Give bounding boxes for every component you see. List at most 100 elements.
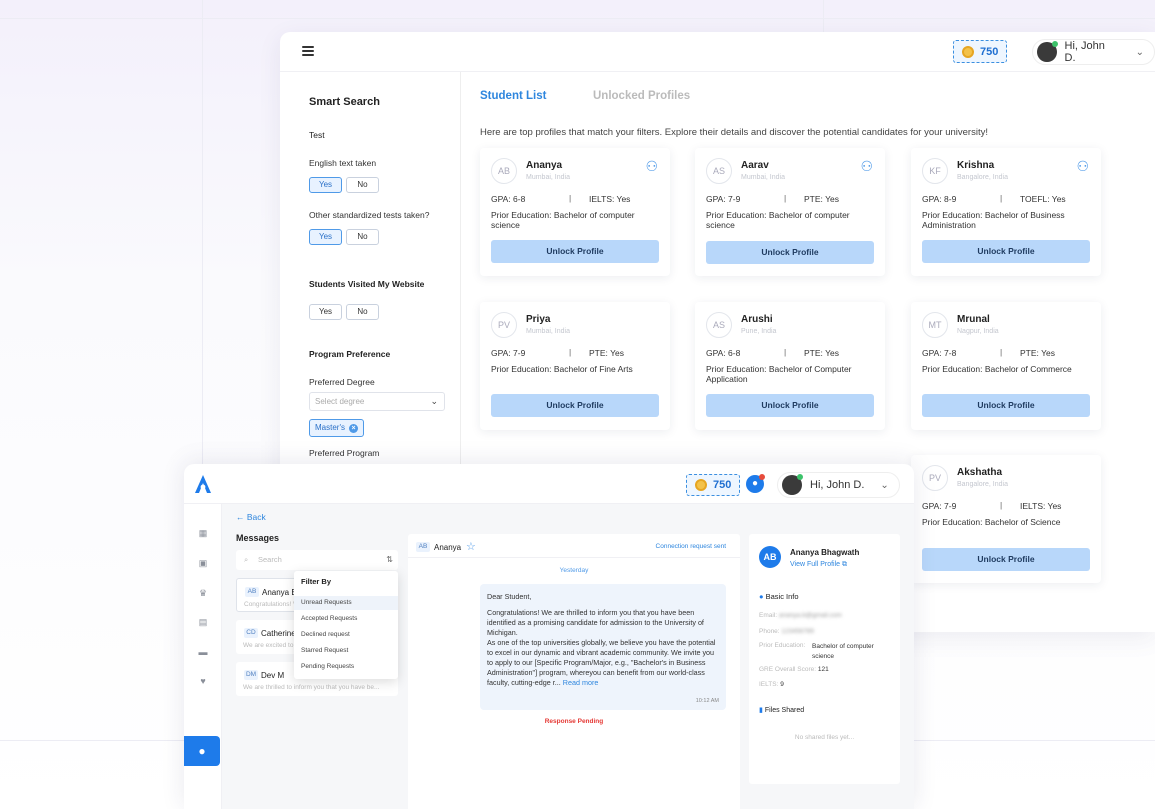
connect-icon[interactable]: ⚇: [645, 158, 658, 175]
back-link[interactable]: ← Back: [236, 512, 266, 522]
read-more-link[interactable]: Read more: [563, 678, 599, 687]
connect-icon[interactable]: ⚇: [860, 158, 873, 175]
video-icon[interactable]: ▬: [198, 647, 208, 657]
student-location: Nagpur, India: [957, 328, 999, 335]
coin-balance[interactable]: 750: [686, 474, 741, 496]
student-card: AB Ananya Mumbai, India ⚇ GPA: 6-8 | IELTS…: [480, 148, 670, 276]
degree-chip[interactable]: Master's ×: [309, 419, 364, 437]
profile-panel: AB Ananya Bhagwath View Full Profile ⧉ ●…: [749, 534, 900, 784]
visited-no-button[interactable]: No: [346, 304, 379, 320]
student-card: AS Aarav Mumbai, India ⚇ GPA: 7-9 | PTE: Y…: [695, 148, 885, 276]
english-yes-button[interactable]: Yes: [309, 177, 342, 193]
message-paragraph: As one of the top universities globally,…: [487, 638, 716, 687]
student-name: Mrunal: [957, 314, 990, 325]
dashboard-icon[interactable]: ▦: [198, 528, 208, 538]
conversation-name: Dev M: [261, 671, 285, 680]
gpa: GPA: 7-8: [922, 348, 957, 358]
intro-text: Here are top profiles that match your fi…: [480, 127, 988, 138]
star-icon[interactable]: ☆: [466, 540, 476, 553]
divider: |: [784, 347, 787, 357]
search-input[interactable]: ⌕ Search ⇅: [236, 550, 398, 570]
student-location: Bangalore, India: [957, 174, 1008, 181]
coin-balance[interactable]: 750: [953, 40, 1008, 63]
visited-yes-button[interactable]: Yes: [309, 304, 342, 320]
student-location: Mumbai, India: [741, 174, 785, 181]
education: Prior Education: Bachelor of Business Ad…: [922, 210, 1065, 230]
student-location: Mumbai, India: [526, 328, 570, 335]
tab-unlocked-profiles[interactable]: Unlocked Profiles: [593, 90, 690, 102]
program-preference-title: Program Preference: [309, 349, 391, 359]
basic-info-title: ● Basic Info: [759, 592, 799, 601]
presentation-icon[interactable]: ▣: [198, 558, 208, 568]
other-tests-no-button[interactable]: No: [346, 229, 379, 245]
view-full-profile-link[interactable]: View Full Profile ⧉: [790, 561, 847, 569]
tab-student-list[interactable]: Student List: [480, 90, 546, 102]
filter-declined[interactable]: Declined request: [294, 628, 398, 642]
external-link-icon: ⧉: [842, 561, 848, 568]
menu-icon[interactable]: [302, 46, 314, 56]
divider: |: [569, 193, 572, 203]
user-menu[interactable]: Hi, John D. ⌄: [1032, 39, 1155, 65]
unlock-profile-button[interactable]: Unlock Profile: [922, 548, 1090, 571]
test-score: IELTS: Yes: [589, 194, 631, 204]
education: Prior Education: Bachelor of Fine Arts: [491, 364, 633, 374]
student-name: Priya: [526, 314, 551, 325]
chat-header: AB Ananya ☆ Connection request sent: [408, 534, 740, 558]
connection-status: Connection request sent: [655, 543, 726, 550]
heart-icon[interactable]: ♥: [198, 676, 208, 686]
phone-row: Phone: 123456789: [759, 628, 814, 635]
student-location: Mumbai, India: [526, 174, 570, 181]
chat-panel: AB Ananya ☆ Connection request sent Yest…: [408, 534, 740, 809]
filter-starred[interactable]: Starred Request: [294, 644, 398, 658]
unlock-profile-button[interactable]: Unlock Profile: [491, 240, 659, 263]
filter-accepted[interactable]: Accepted Requests: [294, 612, 398, 626]
divider: |: [1000, 500, 1003, 510]
sort-icon[interactable]: ⇅: [386, 550, 393, 570]
preferred-degree-label: Preferred Degree: [309, 377, 375, 387]
filter-unread[interactable]: Unread Requests: [294, 596, 398, 610]
unlock-profile-button[interactable]: Unlock Profile: [491, 394, 659, 417]
other-tests-yes-button[interactable]: Yes: [309, 229, 342, 245]
student-name: Aarav: [741, 160, 769, 171]
folder-icon[interactable]: ▤: [198, 617, 208, 627]
preferred-program-label: Preferred Program: [309, 448, 380, 458]
message-bubble: Dear Student, Congratulations! We are th…: [480, 584, 726, 710]
email-row: Email: ananya.b@gmail.com: [759, 612, 842, 619]
avatar: PV: [922, 465, 948, 491]
gpa: GPA: 7-9: [922, 501, 957, 511]
remove-icon[interactable]: ×: [348, 424, 358, 433]
student-location: Bangalore, India: [957, 481, 1008, 488]
profile-name: Ananya Bhagwath: [790, 548, 860, 557]
unlock-profile-button[interactable]: Unlock Profile: [922, 240, 1090, 263]
avatar: AB: [416, 542, 430, 552]
avatar: KF: [922, 158, 948, 184]
english-no-button[interactable]: No: [346, 177, 379, 193]
filter-dropdown: Filter By Unread Requests Accepted Reque…: [294, 571, 398, 679]
unlock-profile-button[interactable]: Unlock Profile: [706, 394, 874, 417]
user-menu[interactable]: Hi, John D. ⌄: [777, 472, 900, 498]
chat-icon[interactable]: ●: [184, 736, 220, 766]
unlock-profile-button[interactable]: Unlock Profile: [922, 394, 1090, 417]
chevron-down-icon: ⌄: [880, 479, 889, 491]
connect-icon[interactable]: ⚇: [1076, 158, 1089, 175]
divider: |: [569, 347, 572, 357]
notification-bell-icon[interactable]: ●: [746, 474, 765, 493]
education: Prior Education: Bachelor of Commerce: [922, 364, 1072, 374]
gpa: GPA: 7-9: [706, 194, 741, 204]
avatar: AB: [245, 587, 259, 597]
crown-icon[interactable]: ♛: [198, 588, 208, 598]
unlock-profile-button[interactable]: Unlock Profile: [706, 241, 874, 264]
gpa: GPA: 7-9: [491, 348, 526, 358]
gpa: GPA: 6-8: [706, 348, 741, 358]
degree-select[interactable]: Select degree ⌄: [309, 392, 445, 411]
education: Prior Education: Bachelor of computer sc…: [491, 210, 635, 230]
avatar: DM: [244, 670, 258, 680]
visited-website-label: Students Visited My Website: [309, 279, 425, 289]
education: Prior Education: Bachelor of Computer Ap…: [706, 364, 852, 384]
filter-title: Filter By: [301, 577, 332, 586]
divider: |: [784, 193, 787, 203]
section-title: Test: [309, 130, 325, 140]
education-label: Prior Education:: [759, 642, 806, 649]
student-card: PV Akshatha Bangalore, India GPA: 7-9 | IE…: [911, 455, 1101, 583]
filter-pending[interactable]: Pending Requests: [294, 660, 398, 674]
